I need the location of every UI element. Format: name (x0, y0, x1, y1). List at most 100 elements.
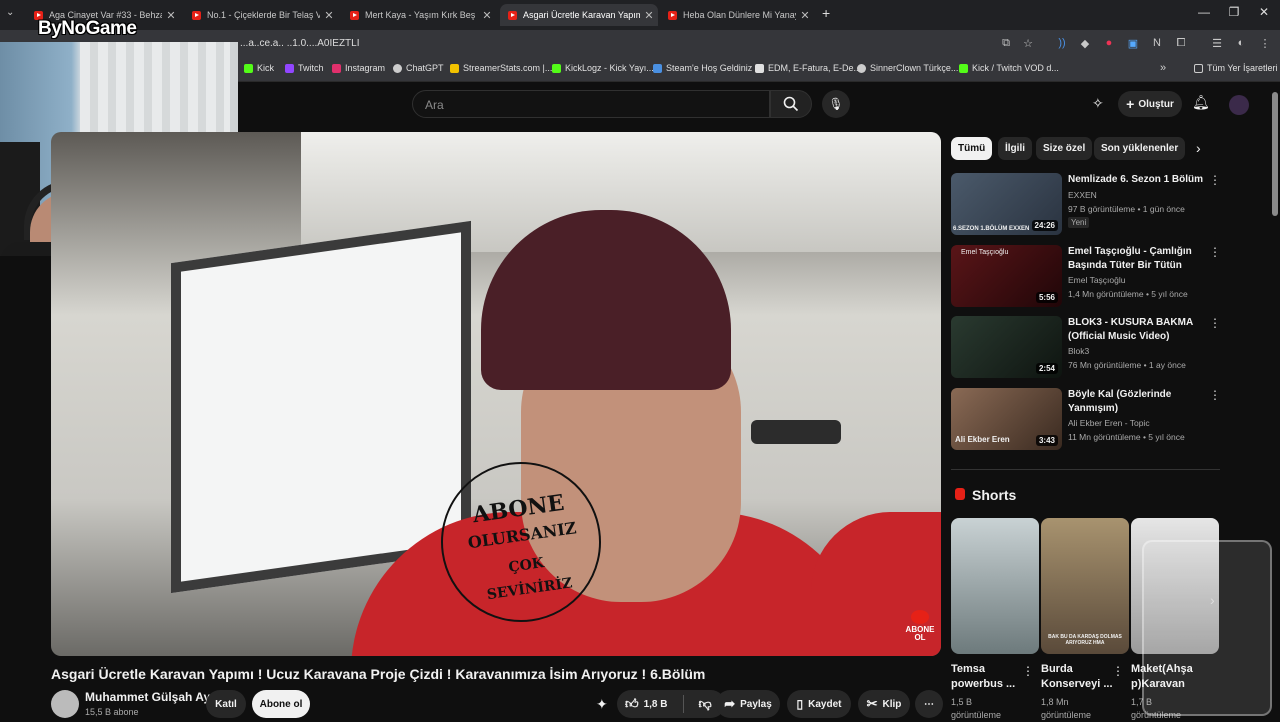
glass-overlay (1142, 540, 1272, 716)
bookmark-item[interactable]: Kick (244, 63, 274, 73)
bookmark-item[interactable]: EDM, E-Fatura, E-De... (755, 63, 861, 73)
video-title[interactable]: Emel Taşçıoğlu - Çamlığın Başında Tüter … (1068, 245, 1208, 273)
youtube-favicon-icon (350, 10, 359, 20)
short-title[interactable]: Temsa powerbus ... (951, 662, 1023, 692)
install-app-icon[interactable]: ⧉ (999, 37, 1013, 50)
recommended-video[interactable]: Emel Taşçıoğlu 5:56 Emel Taşçıoğlu - Çaml… (951, 245, 1221, 311)
video-thumbnail[interactable]: 2:54 (951, 316, 1062, 378)
browser-menu-icon[interactable]: ⋮ (1258, 37, 1272, 50)
channel-name[interactable]: Emel Taşçıoğlu (1068, 275, 1125, 285)
video-meta: 76 Mn görüntüleme • 1 ay önce (1068, 360, 1186, 370)
bookmark-item[interactable]: Twitch (285, 63, 324, 73)
extension-icon[interactable]: )) (1055, 37, 1069, 49)
video-duration: 3:43 (1035, 435, 1058, 446)
bookmark-item[interactable]: KickLogz - Kick Yayı... (552, 63, 654, 73)
profile-avatar-icon[interactable]: ◐ (1234, 37, 1248, 49)
minimize-icon[interactable]: — (1194, 5, 1214, 19)
extension-icon[interactable]: ● (1102, 37, 1116, 49)
recommended-video[interactable]: Ali Ekber Eren 3:43 Böyle Kal (Gözlerinde… (951, 388, 1221, 454)
maximize-icon[interactable]: ❐ (1224, 5, 1244, 19)
close-tab-icon[interactable]: ✕ (796, 9, 814, 22)
bookmark-item[interactable]: SinnerClown Türkçe... (857, 63, 958, 73)
page-scrollbar[interactable] (1272, 92, 1278, 216)
close-tab-icon[interactable]: ✕ (162, 9, 180, 22)
voice-search-button[interactable]: 🎙 (822, 90, 850, 118)
bynogame-logo: ByNoGame (38, 18, 137, 39)
like-count[interactable]: 1,8 B (644, 699, 668, 710)
video-title[interactable]: Nemlizade 6. Sezon 1 Bölüm (1068, 173, 1208, 187)
share-button[interactable]: ➦ Paylaş (716, 690, 780, 718)
browser-tab[interactable]: Heba Olan Dünlere Mi Yanayım ✕ (660, 4, 814, 26)
close-window-icon[interactable]: ✕ (1254, 5, 1274, 19)
short-title[interactable]: Burda Konserveyi ... (1041, 662, 1113, 692)
chip-recent[interactable]: Son yüklenenler (1094, 137, 1186, 160)
channel-avatar[interactable] (51, 690, 79, 718)
video-thumbnail[interactable]: Ali Ekber Eren 3:43 (951, 388, 1062, 450)
browser-tab-active[interactable]: Asgari Ücretle Karavan Yapımı ! ✕ (500, 4, 658, 26)
close-tab-icon[interactable]: ✕ (478, 9, 496, 22)
video-player[interactable]: ABONE OLURSANIZ ÇOK SEVİNİRİZ ABONE OL (51, 132, 941, 656)
shorts-next-chevron-icon[interactable]: › (1210, 592, 1215, 608)
clip-button[interactable]: ✂ Klip (858, 690, 910, 718)
close-tab-icon[interactable]: ✕ (320, 9, 338, 22)
url-text[interactable]: ...a..ce.a.. ..1.0....A0IEZTLI (240, 38, 360, 49)
video-thumbnail[interactable]: 6.SEZON 1.BÖLÜM EXXEN 24:26 (951, 173, 1062, 235)
short-thumbnail[interactable] (951, 518, 1039, 654)
tab-search-icon[interactable]: ⌄ (6, 7, 14, 18)
more-vertical-icon[interactable]: ⋮ (1112, 664, 1124, 678)
chip-all[interactable]: Tümü (951, 137, 993, 160)
search-button[interactable] (770, 90, 812, 118)
ai-spark-icon[interactable]: ✦ (596, 696, 608, 713)
channel-name[interactable]: Blok3 (1068, 346, 1089, 356)
chip-related[interactable]: İlgili (998, 137, 1032, 160)
search-icon (783, 96, 799, 112)
bookmark-item[interactable]: Instagram (332, 63, 385, 73)
bookmark-item[interactable]: Steam'e Hoş Geldiniz (653, 63, 752, 73)
short-thumbnail[interactable]: BAK BU DA KARDAŞ DOLMAS ARIYORUZ HMA (1041, 518, 1129, 654)
new-tab-button[interactable]: + (822, 5, 830, 21)
bookmark-star-icon[interactable]: ☆ (1021, 37, 1035, 50)
bookmark-item[interactable]: StreamerStats.com |... (450, 63, 552, 73)
subscribe-button[interactable]: Abone ol (252, 690, 310, 718)
more-vertical-icon[interactable]: ⋮ (1022, 664, 1034, 678)
all-bookmarks-button[interactable]: Tüm Yer İşaretleri (1194, 63, 1278, 73)
extension-icon[interactable]: ▣ (1126, 37, 1140, 50)
subscribe-watermark[interactable]: ABONE OL (905, 610, 935, 642)
search-input[interactable]: Ara (412, 90, 770, 118)
more-bookmarks-icon[interactable]: » (1160, 62, 1166, 74)
account-avatar[interactable] (1229, 95, 1249, 115)
close-tab-icon[interactable]: ✕ (640, 9, 658, 22)
browser-tab[interactable]: No.1 - Çiçeklerde Bir Telaş Var ( ✕ (184, 4, 338, 26)
save-button[interactable]: ▯ Kaydet (787, 690, 851, 718)
notifications-bell-icon[interactable]: 🔔︎ (1192, 94, 1210, 111)
more-vertical-icon[interactable]: ⋮ (1209, 173, 1221, 187)
channel-name[interactable]: EXXEN (1068, 190, 1097, 200)
channel-name[interactable]: Muhammet Gülşah Ay (85, 690, 210, 704)
bookmark-item[interactable]: Kick / Twitch VOD d... (959, 63, 1059, 73)
games-icon[interactable]: ✧ (1092, 95, 1104, 112)
more-vertical-icon[interactable]: ⋮ (1209, 316, 1221, 330)
more-vertical-icon[interactable]: ⋮ (1209, 388, 1221, 402)
chip-for-you[interactable]: Size özel (1036, 137, 1093, 160)
channel-name[interactable]: Ali Ekber Eren - Topic (1068, 418, 1150, 428)
video-title: Asgari Ücretle Karavan Yapımı ! Ucuz Kar… (51, 666, 706, 682)
video-thumbnail[interactable]: Emel Taşçıoğlu 5:56 (951, 245, 1062, 307)
recommended-video[interactable]: 2:54 BLOK3 - KUSURA BAKMA (Official Musi… (951, 316, 1221, 382)
more-actions-button[interactable]: ⋯ (915, 690, 943, 718)
bookmark-item[interactable]: ChatGPT (393, 63, 444, 73)
recommended-video[interactable]: 6.SEZON 1.BÖLÜM EXXEN 24:26 Nemlizade 6. … (951, 173, 1221, 239)
tab-title: Heba Olan Dünlere Mi Yanayım (683, 10, 796, 20)
chevron-right-icon[interactable]: › (1196, 140, 1201, 156)
extensions-puzzle-icon[interactable]: ⧠ (1174, 37, 1188, 50)
video-title[interactable]: Böyle Kal (Gözlerinde Yanmışım) (1068, 388, 1208, 416)
browser-tab[interactable]: Mert Kaya - Yaşım Kırk Beş Olm ✕ (342, 4, 496, 26)
video-title[interactable]: BLOK3 - KUSURA BAKMA (Official Music Vid… (1068, 316, 1208, 344)
join-button[interactable]: Katıl (206, 690, 246, 718)
dislike-icon[interactable]: 👎︎ (699, 696, 712, 712)
like-icon[interactable]: 👍︎ (625, 696, 639, 712)
media-controls-icon[interactable]: ☰ (1210, 37, 1224, 50)
create-button[interactable]: + Oluştur (1118, 91, 1182, 117)
extension-icon[interactable]: ◆ (1078, 37, 1092, 50)
more-vertical-icon[interactable]: ⋮ (1209, 245, 1221, 259)
notion-extension-icon[interactable]: N (1150, 37, 1164, 49)
